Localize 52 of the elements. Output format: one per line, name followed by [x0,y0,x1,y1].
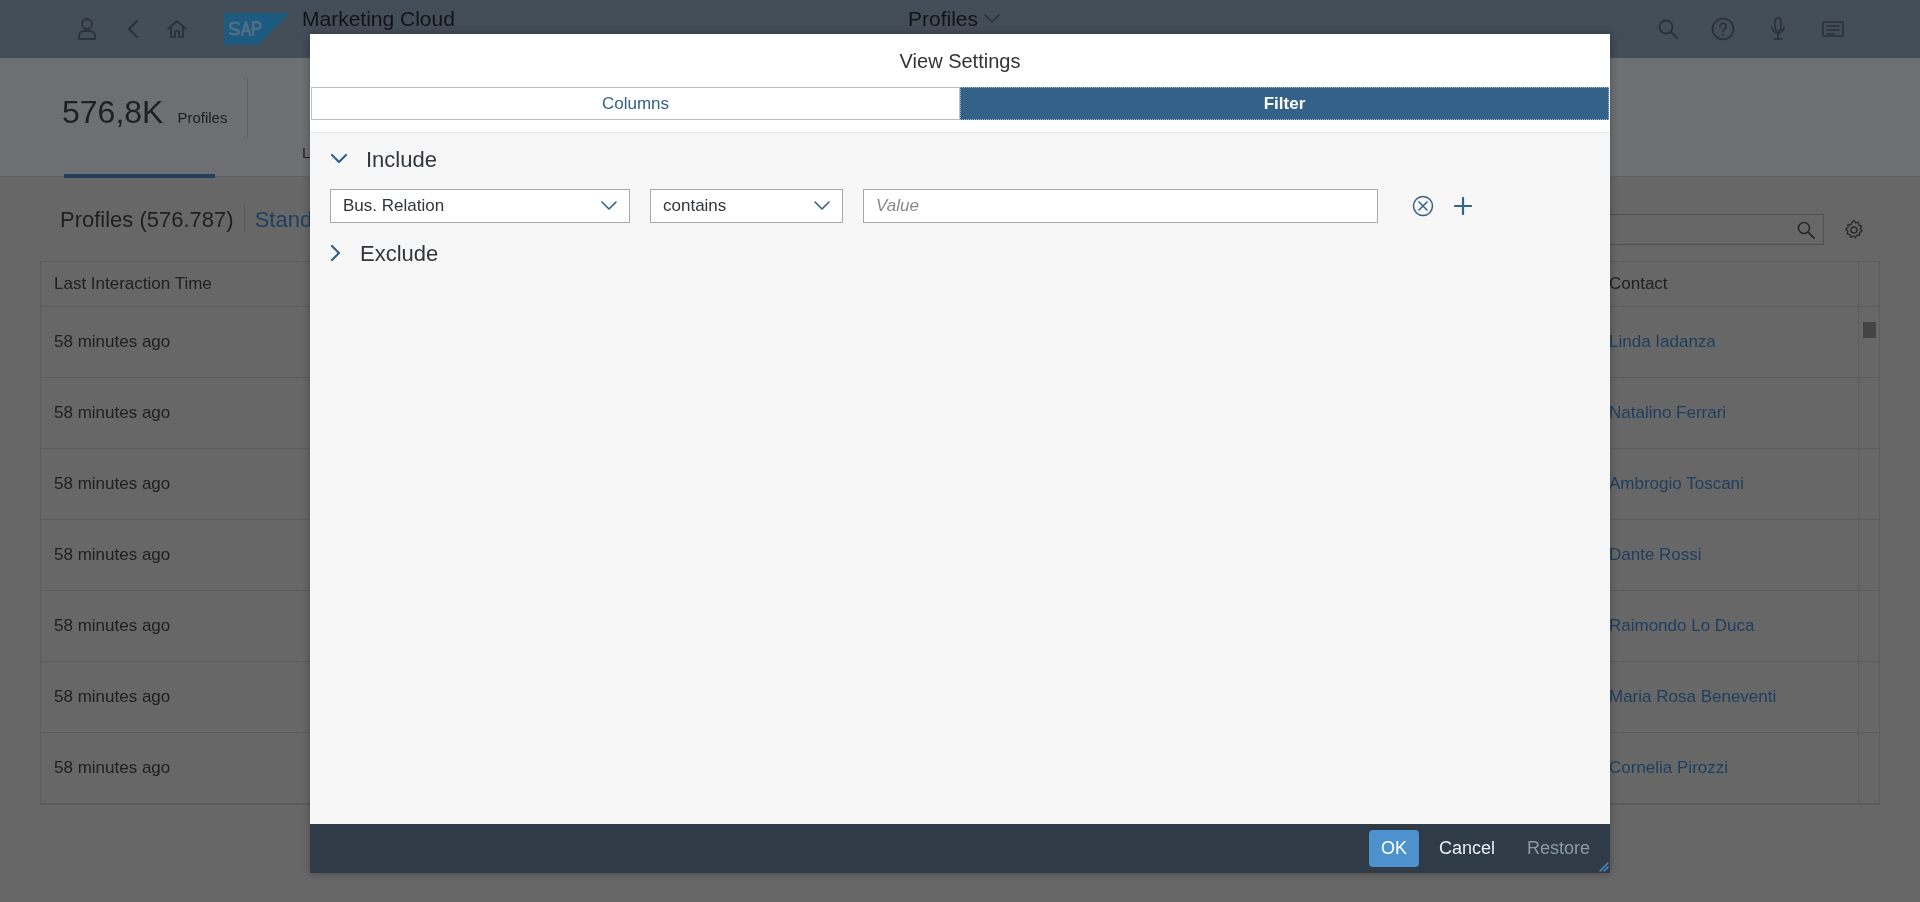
chevron-down-icon [330,153,348,165]
microphone-icon [1770,17,1786,41]
dialog-button[interactable]: Cancel [1426,830,1507,867]
chevron-down-icon [814,201,830,211]
settings-icon [1843,219,1865,241]
list-icon [1822,20,1844,38]
table-cell-text: 58 minutes ago [53,331,172,354]
table-title: Profiles (576.787) [60,205,234,234]
table-cell-text: 58 minutes ago [53,473,172,496]
contact-link[interactable]: Cornelia Pirozzi [1609,755,1879,781]
app-title: Marketing Cloud [302,7,455,31]
table-cell-text: 58 minutes ago [53,615,172,638]
chevron-right-icon [330,244,342,262]
search-icon [1658,19,1678,39]
table-cell-text: 58 minutes ago [53,686,172,709]
kpi-tab[interactable]: 576,8K Profiles [62,88,228,136]
home-icon [166,19,188,39]
tab-label[interactable]: L [302,142,311,165]
section-toggle[interactable]: Include [310,133,457,185]
resize-handle-icon[interactable] [1599,862,1609,872]
segment-tab[interactable]: Filter [960,87,1609,120]
table-cell-text: 58 minutes ago [53,757,172,780]
dialog-title: View Settings [899,48,1021,74]
segment-tab[interactable]: Columns [311,87,960,120]
field-dropdown[interactable]: Bus. Relation [330,189,630,223]
back-icon [127,19,139,39]
logo-icon [224,13,290,45]
section-toggle[interactable]: Exclude [310,227,459,279]
chevron-down-icon [601,201,617,211]
contact-link[interactable]: Natalino Ferrari [1609,400,1879,426]
help-icon [1711,17,1735,41]
contact-link[interactable]: Dante Rossi [1609,542,1879,568]
user-icon [78,18,96,40]
operator-dropdown[interactable]: contains [650,189,843,223]
dialog-button[interactable]: OK [1368,830,1419,867]
column-header: Last Interaction Time [53,273,213,296]
plus-icon [1454,197,1472,215]
chevron-down-icon [984,14,1001,24]
search-icon[interactable] [1797,220,1815,239]
scrollbar-thumb[interactable] [1863,322,1876,338]
contact-link[interactable]: Maria Rosa Beneventi [1609,684,1879,710]
clear-icon [1412,195,1434,217]
settings-button[interactable] [1842,218,1866,242]
contact-link[interactable]: Ambrogio Toscani [1609,471,1879,497]
value-field[interactable]: Value [863,189,1378,223]
remove-button[interactable] [1410,193,1436,219]
contact-link[interactable]: Linda Iadanza [1609,329,1879,355]
contact-link[interactable]: Raimondo Lo Duca [1609,613,1879,639]
table-cell-text: 58 minutes ago [53,402,172,425]
page-title-menu[interactable]: Profiles [908,7,1001,31]
column-header: Contact [1609,273,1669,296]
table-cell-text: 58 minutes ago [53,544,172,567]
